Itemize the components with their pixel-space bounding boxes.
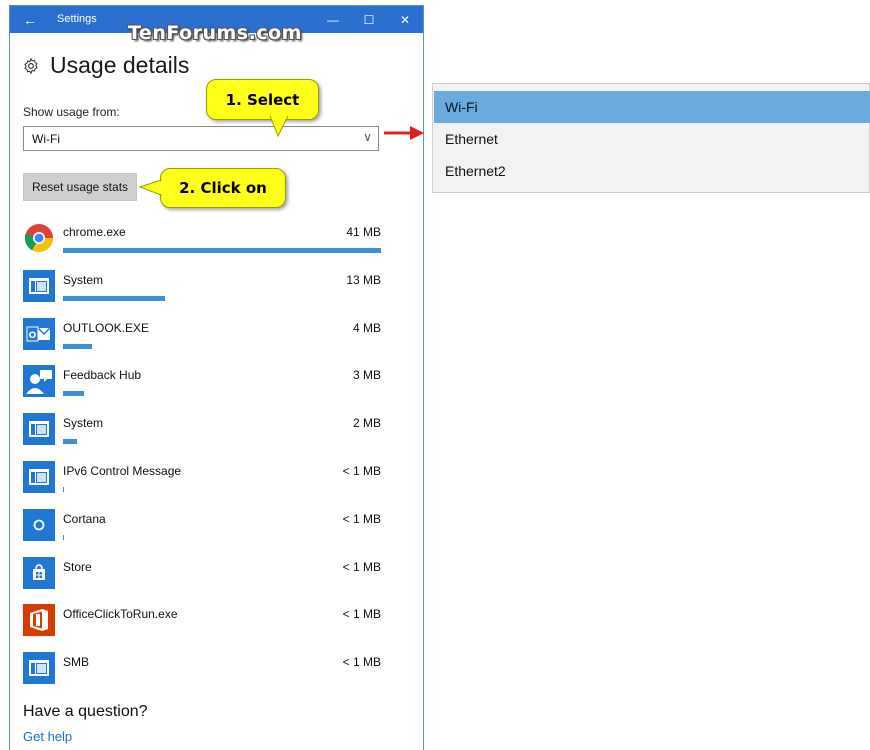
outlook-icon: O	[23, 317, 55, 350]
feedback-hub-icon	[23, 365, 55, 398]
app-data-size: < 1 MB	[342, 607, 381, 622]
usage-bar	[63, 295, 381, 301]
svg-text:O: O	[29, 331, 37, 341]
app-row[interactable]: System 2 MB	[23, 408, 381, 456]
app-data-size: 41 MB	[346, 225, 381, 239]
usage-bar-fill	[63, 343, 92, 349]
app-row[interactable]: Cortana < 1 MB	[23, 504, 381, 552]
usage-bar	[63, 486, 381, 492]
usage-bar-fill	[63, 391, 84, 397]
app-data-size: < 1 MB	[342, 463, 381, 478]
app-data-size: 13 MB	[346, 272, 381, 287]
usage-bar	[63, 534, 381, 540]
minimize-icon: —	[327, 12, 339, 27]
red-arrow-icon	[384, 126, 424, 140]
close-button[interactable]: ✕	[388, 6, 422, 33]
app-data-size: < 1 MB	[342, 511, 381, 526]
app-row[interactable]: System 13 MB	[23, 265, 381, 313]
app-row[interactable]: Feedback Hub 3 MB	[23, 360, 381, 408]
app-data-size: < 1 MB	[342, 655, 381, 670]
app-name: System	[63, 272, 104, 287]
app-name: Store	[63, 559, 92, 574]
network-dropdown-list: Wi-Fi Ethernet Ethernet2	[432, 83, 870, 193]
app-name: chrome.exe	[63, 225, 126, 239]
app-row[interactable]: Store < 1 MB	[23, 552, 381, 600]
usage-bar	[63, 343, 381, 349]
close-icon: ✕	[399, 12, 411, 27]
office-icon	[23, 604, 55, 637]
usage-bar	[63, 248, 381, 253]
get-help-link[interactable]: Get help	[23, 729, 72, 744]
app-row[interactable]: chrome.exe 41 MB	[23, 217, 381, 265]
help-question: Have a question?	[23, 703, 148, 720]
system-window-icon	[23, 413, 55, 446]
usage-bar-fill	[63, 439, 78, 445]
settings-window: ← Settings — ☐ ✕ Usage details Show usag…	[9, 5, 424, 750]
dropdown-option[interactable]: Wi-Fi	[434, 91, 870, 123]
page-heading: Usage details	[22, 52, 189, 79]
minimize-button[interactable]: —	[316, 6, 350, 33]
usage-bar	[63, 583, 381, 588]
app-name: System	[63, 416, 104, 431]
chevron-down-icon: ∨	[363, 130, 372, 144]
page-title: Usage details	[50, 52, 190, 78]
chrome-icon	[23, 222, 55, 254]
click-callout-pointer	[139, 179, 162, 196]
cortana-icon	[23, 508, 55, 541]
app-name: IPv6 Control Message	[63, 463, 182, 478]
click-on-callout: 2. Click on	[160, 168, 286, 208]
maximize-button[interactable]: ☐	[352, 6, 386, 33]
app-row[interactable]: O OUTLOOK.EXE 4 MB	[23, 313, 381, 361]
back-button[interactable]: ←	[10, 6, 50, 33]
app-name: OUTLOOK.EXE	[63, 320, 150, 335]
window-title: Settings	[57, 13, 97, 25]
app-row[interactable]: IPv6 Control Message < 1 MB	[23, 456, 381, 504]
store-icon	[23, 556, 55, 589]
app-name: OfficeClickToRun.exe	[63, 607, 178, 622]
show-usage-label: Show usage from:	[23, 105, 120, 119]
system-window-icon	[23, 269, 55, 302]
app-row[interactable]: SMB < 1 MB	[23, 647, 381, 695]
app-data-size: 4 MB	[352, 320, 381, 335]
select-callout: 1. Select	[206, 79, 319, 120]
maximize-icon: ☐	[363, 12, 375, 27]
app-usage-list: chrome.exe 41 MB System 13 MB O OUTLOOK.EXE 4 …	[23, 217, 381, 695]
usage-bar-fill	[63, 534, 65, 540]
usage-bar-fill	[63, 295, 165, 301]
site-watermark: TenForums.com	[128, 22, 302, 44]
app-name: Feedback Hub	[63, 368, 142, 383]
usage-bar-fill	[63, 248, 381, 253]
dropdown-option[interactable]: Ethernet2	[434, 155, 870, 187]
usage-bar	[63, 391, 381, 397]
app-data-size: 2 MB	[352, 416, 381, 431]
usage-bar-fill	[63, 486, 65, 492]
app-row[interactable]: OfficeClickToRun.exe < 1 MB	[23, 599, 381, 647]
dropdown-option[interactable]: Ethernet	[434, 123, 870, 155]
usage-source-value: Wi-Fi	[32, 132, 60, 146]
back-arrow-icon: ←	[23, 11, 37, 28]
usage-bar	[63, 678, 381, 683]
system-window-icon	[23, 460, 55, 493]
system-window-icon	[23, 652, 55, 685]
select-callout-pointer	[269, 116, 289, 138]
app-data-size: < 1 MB	[342, 559, 381, 574]
usage-source-combobox[interactable]: Wi-Fi ∨	[23, 126, 379, 151]
usage-bar	[63, 630, 381, 635]
app-name: SMB	[63, 655, 90, 670]
reset-usage-stats-button[interactable]: Reset usage stats	[23, 173, 137, 201]
app-data-size: 3 MB	[352, 368, 381, 383]
app-name: Cortana	[63, 511, 106, 526]
usage-bar	[63, 439, 381, 445]
gear-icon	[24, 57, 38, 74]
